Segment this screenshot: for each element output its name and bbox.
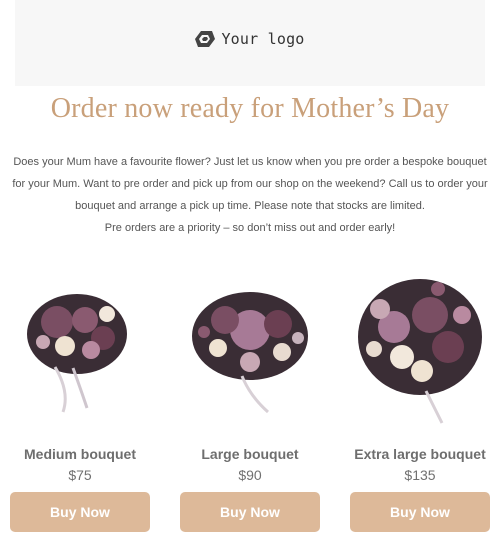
product-card-large: Large bouquet $90 Buy Now [180,262,320,532]
product-name: Medium bouquet [24,446,136,462]
bouquet-image-medium[interactable] [10,262,150,432]
product-card-medium: Medium bouquet $75 Buy Now [10,262,150,532]
product-name: Large bouquet [201,446,299,462]
bouquet-image-large[interactable] [180,262,320,432]
product-name: Extra large bouquet [354,446,486,462]
bouquet-image-extra-large[interactable] [350,262,490,432]
buy-now-button[interactable]: Buy Now [180,492,320,532]
headline: Order now ready for Mother’s Day [50,93,450,124]
product-card-extra-large: Extra large bouquet $135 Buy Now [350,262,490,532]
logo[interactable]: Your logo [195,29,304,49]
logo-icon [195,31,216,47]
product-grid: Medium bouquet $75 Buy Now Large bouquet… [0,262,500,542]
buy-now-button[interactable]: Buy Now [350,492,490,532]
email-header: Your logo [15,0,485,86]
logo-text: Your logo [221,30,305,48]
buy-now-button[interactable]: Buy Now [10,492,150,532]
product-price: $75 [68,467,92,483]
intro-text: Does your Mum have a favourite flower? J… [10,151,490,239]
intro-paragraph: Does your Mum have a favourite flower? J… [12,156,488,212]
product-price: $90 [238,467,262,483]
product-price: $135 [404,467,436,483]
intro-closing: Pre orders are a priority – so don’t mis… [104,222,396,234]
